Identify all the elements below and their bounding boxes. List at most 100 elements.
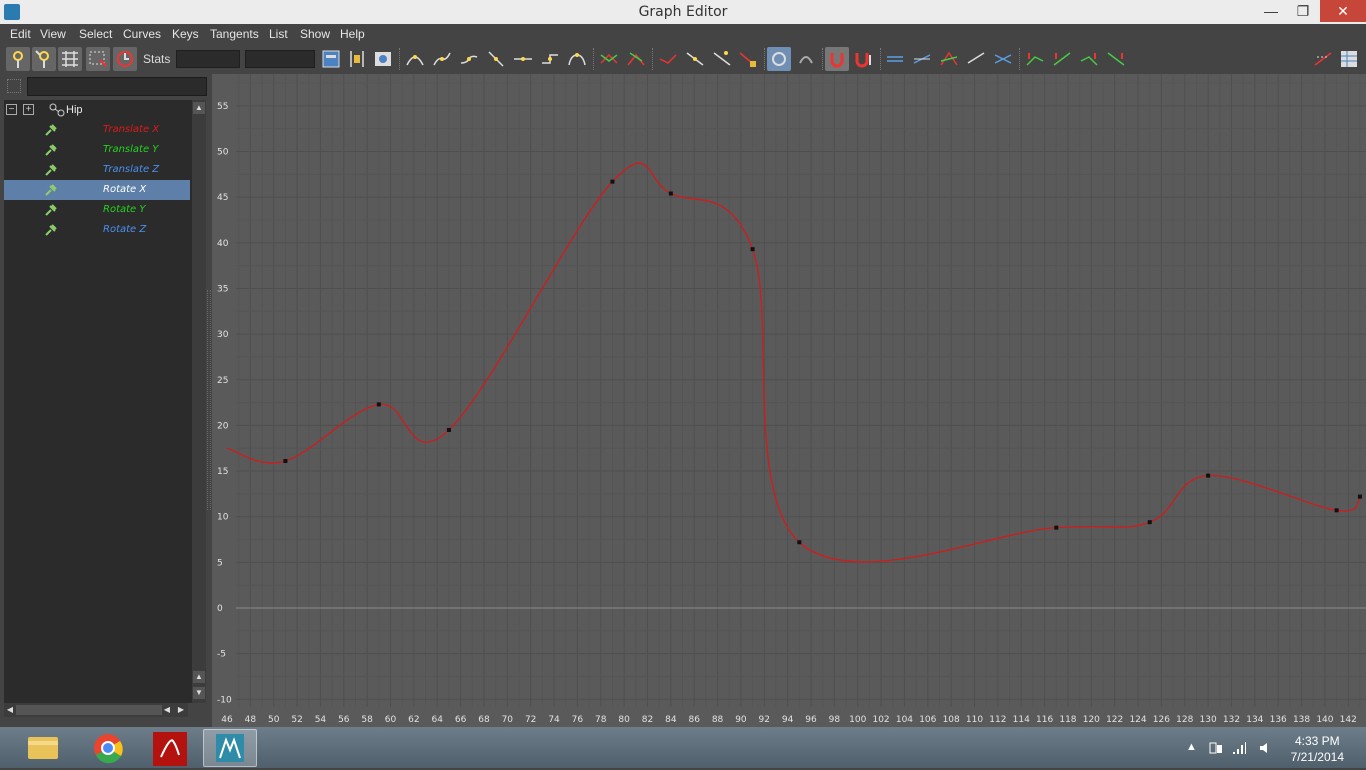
menu-view[interactable]: View: [40, 27, 66, 41]
keyframe-point[interactable]: [376, 402, 381, 407]
retime-tool-icon[interactable]: [113, 47, 137, 71]
scroll-left-icon[interactable]: ◀: [161, 704, 173, 716]
keyframe-point[interactable]: [1357, 494, 1362, 499]
maya-lt-taskbar-icon[interactable]: [203, 729, 257, 767]
filter-icon[interactable]: [7, 79, 21, 93]
outliner-node-hip[interactable]: − + Hip: [4, 100, 190, 120]
normalize-curves-icon[interactable]: [883, 47, 907, 71]
lock-tangent-icon[interactable]: [736, 47, 760, 71]
lattice-deform-icon[interactable]: [58, 47, 82, 71]
move-key-tool-icon[interactable]: [6, 47, 30, 71]
show-hidden-icons-icon[interactable]: ▲: [1186, 741, 1197, 753]
region-tool-icon[interactable]: [86, 47, 110, 71]
channel-translate-x[interactable]: Translate X: [4, 120, 190, 140]
unify-tangents-icon[interactable]: [624, 47, 648, 71]
lock-tangent-weight-icon[interactable]: [683, 47, 707, 71]
collapse-icon[interactable]: −: [6, 104, 17, 115]
flat-tangent-icon[interactable]: [511, 47, 535, 71]
free-tangent-icon[interactable]: [710, 47, 734, 71]
menu-show[interactable]: Show: [300, 27, 330, 41]
scroll-right-icon[interactable]: ▶: [175, 704, 187, 716]
keyframe-point[interactable]: [283, 459, 288, 464]
scroll-left-icon[interactable]: ◀: [4, 704, 16, 716]
keyframe-point[interactable]: [1147, 520, 1152, 525]
menu-tangents[interactable]: Tangents: [210, 27, 259, 41]
frame-all-icon[interactable]: [319, 47, 343, 71]
center-current-time-icon[interactable]: [371, 47, 395, 71]
channel-pin-icon[interactable]: [44, 123, 58, 137]
file-explorer-taskbar-icon[interactable]: [16, 729, 70, 767]
outliner-vertical-scrollbar[interactable]: ▲ ▲ ▼: [192, 100, 206, 703]
channel-rotate-x[interactable]: Rotate X: [4, 180, 190, 200]
stats-value-field[interactable]: [245, 50, 315, 68]
system-clock[interactable]: 4:33 PM 7/21/2014: [1291, 733, 1344, 765]
denormalize-curves-icon[interactable]: [910, 47, 934, 71]
chrome-taskbar-icon[interactable]: [81, 729, 135, 767]
scroll-up-icon[interactable]: ▲: [193, 102, 205, 114]
outliner-horizontal-scrollbar[interactable]: ◀ ◀ ▶: [4, 703, 188, 717]
step-tangent-icon[interactable]: [538, 47, 562, 71]
restore-button[interactable]: ❐: [1288, 0, 1318, 22]
stacked-view-icon[interactable]: [937, 47, 961, 71]
network-icon[interactable]: [1231, 740, 1247, 756]
channel-translate-y[interactable]: Translate Y: [4, 140, 190, 160]
plateau-tangent-icon[interactable]: [565, 47, 589, 71]
keyframe-point[interactable]: [797, 540, 802, 545]
stats-frame-field[interactable]: [176, 50, 240, 68]
volume-icon[interactable]: [1258, 740, 1274, 756]
graph-view[interactable]: 55 50 45 40 35 30 25 20 15 10 5 0 -5 -10 46 48 50 52 54 56 5…: [212, 74, 1366, 727]
scrollbar-thumb[interactable]: [16, 705, 162, 715]
pre-infinity-linear-icon[interactable]: [1050, 47, 1074, 71]
channel-rotate-z[interactable]: Rotate Z: [4, 220, 190, 240]
scroll-down-icon[interactable]: ▼: [193, 687, 205, 699]
swap-buffer-curve-icon[interactable]: [794, 47, 818, 71]
keyframe-point[interactable]: [1206, 473, 1211, 478]
channel-pin-icon[interactable]: [44, 143, 58, 157]
keyframe-point[interactable]: [446, 427, 451, 432]
auto-tangent-icon[interactable]: [403, 47, 427, 71]
post-infinity-cycle-icon[interactable]: [1077, 47, 1101, 71]
clamped-tangent-icon[interactable]: [457, 47, 481, 71]
scroll-up-icon[interactable]: ▲: [193, 671, 205, 683]
open-trax-editor-icon[interactable]: [1337, 47, 1361, 71]
rotate-x-curve[interactable]: [226, 162, 1361, 563]
outliner-search-input[interactable]: [27, 77, 207, 96]
keyframe-point[interactable]: [1054, 525, 1059, 530]
insert-key-tool-icon[interactable]: [32, 47, 56, 71]
keyframe-point[interactable]: [668, 191, 673, 196]
menu-edit[interactable]: Edit: [10, 27, 31, 41]
menu-curves[interactable]: Curves: [123, 27, 161, 41]
close-button[interactable]: ✕: [1320, 0, 1366, 22]
acrobat-taskbar-icon[interactable]: [143, 729, 197, 767]
channel-pin-icon[interactable]: [44, 223, 58, 237]
expand-all-icon[interactable]: +: [23, 104, 34, 115]
frame-playback-range-icon[interactable]: [345, 47, 369, 71]
channel-translate-z[interactable]: Translate Z: [4, 160, 190, 180]
menu-list[interactable]: List: [269, 27, 288, 41]
minimize-button[interactable]: —: [1256, 0, 1286, 22]
post-infinity-linear-icon[interactable]: [1104, 47, 1128, 71]
keyframe-point[interactable]: [1334, 508, 1339, 513]
menu-keys[interactable]: Keys: [172, 27, 199, 41]
menu-select[interactable]: Select: [79, 27, 112, 41]
spline-tangent-icon[interactable]: [430, 47, 454, 71]
keyframe-point[interactable]: [750, 247, 755, 252]
linear-tangent-icon[interactable]: [484, 47, 508, 71]
buffer-curve-snapshot-icon[interactable]: [767, 47, 791, 71]
keyframe-point[interactable]: [610, 179, 615, 184]
pre-infinity-cycle-icon[interactable]: [1023, 47, 1047, 71]
timing-view-icon[interactable]: [991, 47, 1015, 71]
channel-rotate-y[interactable]: Rotate Y: [4, 200, 190, 220]
channel-pin-icon[interactable]: [44, 183, 58, 197]
open-dope-sheet-icon[interactable]: [1311, 47, 1335, 71]
snap-values-icon[interactable]: [852, 47, 876, 71]
curve-graph[interactable]: 5550454035302520151050-5-1046 48 50 52 54 56 5…: [212, 74, 1366, 727]
channel-pin-icon[interactable]: [44, 203, 58, 217]
curve-view-icon[interactable]: [964, 47, 988, 71]
menu-help[interactable]: Help: [340, 27, 365, 41]
snap-times-icon[interactable]: [825, 47, 849, 71]
pane-splitter-handle[interactable]: [207, 290, 211, 510]
break-tangents-icon[interactable]: [597, 47, 621, 71]
device-icon[interactable]: [1208, 740, 1224, 756]
channel-pin-icon[interactable]: [44, 163, 58, 177]
